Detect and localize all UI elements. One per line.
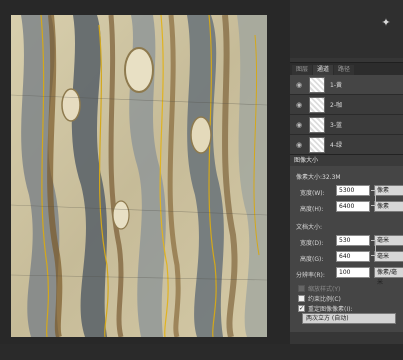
lightbulb-icon[interactable]: ✦ bbox=[378, 14, 394, 30]
doc-width-unit-select[interactable]: 毫米 bbox=[374, 235, 403, 246]
layer-row[interactable]: ◉ 4-绿 bbox=[290, 135, 403, 155]
resample-label: 重定图像像素(I): bbox=[308, 306, 353, 313]
layer-thumbnail bbox=[309, 96, 325, 113]
width-label: 宽度(W): bbox=[300, 190, 325, 197]
layer-thumbnail bbox=[309, 136, 325, 153]
eye-icon[interactable]: ◉ bbox=[294, 120, 304, 130]
eye-icon[interactable]: ◉ bbox=[294, 80, 304, 90]
layer-name: 1-黄 bbox=[330, 82, 342, 89]
link-bracket bbox=[371, 240, 376, 256]
scale-styles-label: 缩放样式(Y) bbox=[308, 286, 341, 293]
width-unit-select[interactable]: 像素 bbox=[374, 185, 403, 196]
image-size-dialog: 图像大小 像素大小:32.3M 宽度(W): 像素 高度(H): 像素 文档大小… bbox=[290, 154, 403, 332]
constrain-row[interactable]: 约束比例(C) bbox=[298, 294, 341, 303]
tab-channels[interactable]: 通道 bbox=[313, 65, 334, 75]
layer-name: 3-蓝 bbox=[330, 122, 342, 129]
doc-width-label: 宽度(D): bbox=[300, 240, 324, 247]
height-input[interactable] bbox=[336, 201, 370, 212]
height-label: 高度(H): bbox=[300, 206, 324, 213]
pixel-dimensions-label: 像素大小:32.3M bbox=[296, 174, 341, 181]
scale-styles-row[interactable]: 缩放样式(Y) bbox=[298, 284, 340, 293]
layer-name: 2-咖 bbox=[330, 102, 342, 109]
resample-checkbox[interactable]: ✓ bbox=[298, 305, 305, 312]
marble-texture bbox=[11, 15, 267, 337]
link-bracket bbox=[371, 190, 376, 206]
layer-thumbnail bbox=[309, 116, 325, 133]
layer-name: 4-绿 bbox=[330, 142, 342, 149]
height-unit-select[interactable]: 像素 bbox=[374, 201, 403, 212]
resolution-label: 分辨率(R): bbox=[296, 272, 325, 279]
tab-layers[interactable]: 图层 bbox=[292, 65, 313, 75]
resolution-unit-select[interactable]: 像素/毫米 bbox=[374, 267, 403, 286]
width-input[interactable] bbox=[336, 185, 370, 196]
doc-width-input[interactable] bbox=[336, 235, 370, 246]
layer-row[interactable]: ◉ 1-黄 bbox=[290, 75, 403, 95]
doc-height-input[interactable] bbox=[336, 251, 370, 262]
bottom-bar bbox=[0, 344, 403, 360]
resample-method-select[interactable]: 两次立方 (自动) bbox=[302, 313, 396, 324]
doc-height-label: 高度(G): bbox=[300, 256, 324, 263]
constrain-checkbox[interactable] bbox=[298, 295, 305, 302]
eye-icon[interactable]: ◉ bbox=[294, 100, 304, 110]
resolution-input[interactable] bbox=[336, 267, 370, 278]
panel-tabs: 图层 通道 路径 bbox=[290, 63, 403, 75]
layer-row[interactable]: ◉ 3-蓝 bbox=[290, 115, 403, 135]
doc-height-unit-select[interactable]: 毫米 bbox=[374, 251, 403, 262]
marble-texture-image[interactable] bbox=[11, 15, 267, 337]
dialog-title: 图像大小 bbox=[290, 155, 403, 166]
constrain-label: 约束比例(C) bbox=[308, 296, 341, 303]
layer-thumbnail bbox=[309, 76, 325, 93]
eye-icon[interactable]: ◉ bbox=[294, 140, 304, 150]
tab-paths[interactable]: 路径 bbox=[334, 65, 355, 75]
resample-row[interactable]: ✓ 重定图像像素(I): bbox=[298, 304, 352, 313]
document-size-label: 文档大小: bbox=[296, 224, 323, 231]
layer-row[interactable]: ◉ 2-咖 bbox=[290, 95, 403, 115]
scale-styles-checkbox[interactable] bbox=[298, 285, 305, 292]
layers-panel: 图层 通道 路径 ◉ 1-黄 ◉ 2-咖 ◉ 3-蓝 ◉ 4-绿 bbox=[290, 62, 403, 155]
